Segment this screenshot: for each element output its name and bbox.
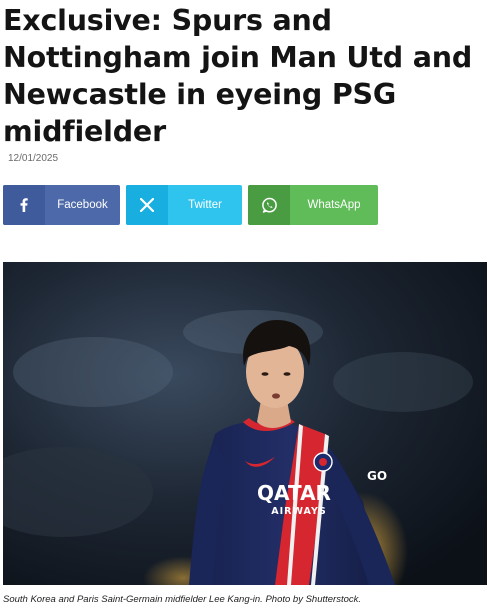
twitter-share-button[interactable]: Twitter [126, 185, 242, 225]
kit-sponsor-text: QATAR [257, 481, 331, 505]
article-date: 12/01/2025 [8, 153, 59, 164]
facebook-icon [3, 185, 45, 225]
facebook-share-button[interactable]: Facebook [3, 185, 120, 225]
whatsapp-share-button[interactable]: WhatsApp [248, 185, 378, 225]
share-buttons: Facebook Twitter WhatsApp [3, 185, 378, 225]
twitter-share-label: Twitter [188, 199, 222, 211]
article-headline: Exclusive: Spurs and Nottingham join Man… [3, 4, 473, 148]
article-hero-image: QATAR AIRWAYS GO [3, 262, 487, 585]
whatsapp-share-label: WhatsApp [307, 199, 361, 211]
article-page: Exclusive: Spurs and Nottingham join Man… [0, 0, 488, 611]
kit-sponsor-subtext: AIRWAYS [271, 506, 326, 517]
whatsapp-icon [248, 185, 290, 225]
x-icon [126, 185, 168, 225]
sleeve-text: GO [367, 469, 387, 483]
image-caption: South Korea and Paris Saint-Germain midf… [3, 594, 362, 605]
facebook-share-label: Facebook [57, 199, 108, 211]
